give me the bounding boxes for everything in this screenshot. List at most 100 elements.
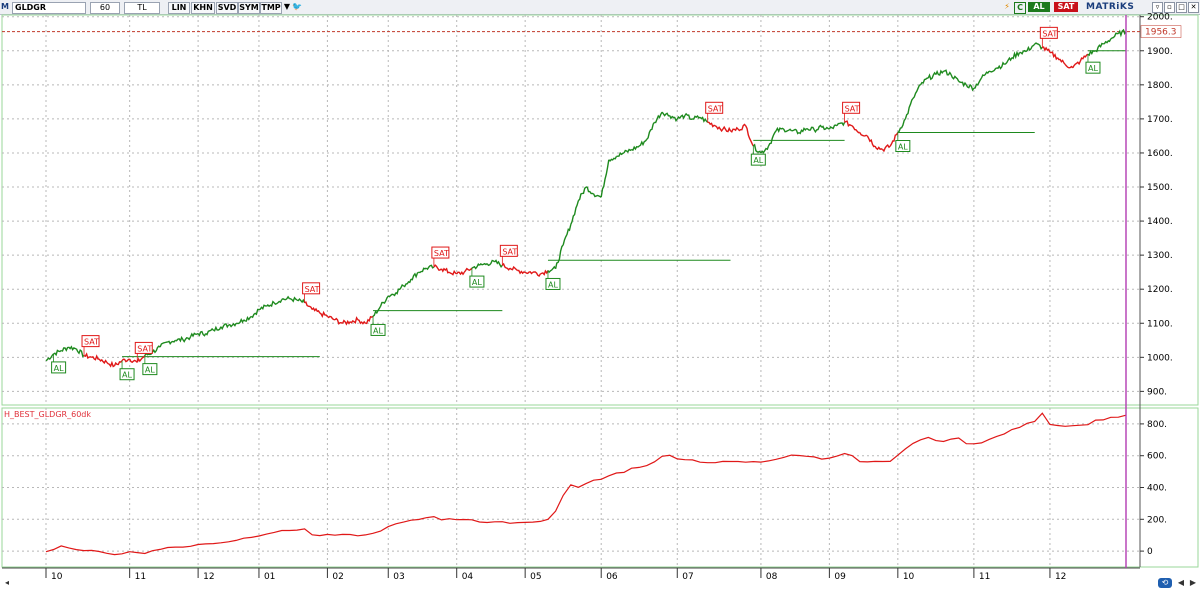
price-series-segment <box>372 305 382 317</box>
price-series-segment <box>547 265 557 274</box>
price-series-segment <box>904 97 914 120</box>
price-series-segment <box>577 186 587 202</box>
price-series-segment <box>106 360 115 368</box>
price-series-segment <box>730 126 739 133</box>
price-series-segment <box>532 271 541 277</box>
price-series-segment <box>273 299 283 306</box>
price-series-segment <box>943 69 952 76</box>
price-series-segment <box>752 143 762 154</box>
price-series-segment <box>1049 51 1059 61</box>
price-series-segment <box>456 271 465 276</box>
price-series-segment <box>859 132 868 137</box>
price-series-segment <box>494 259 503 269</box>
price-series-segment <box>592 193 602 198</box>
scroll-left-arrow-icon[interactable]: ◀ <box>1176 578 1186 588</box>
indicator-axis-label: 400. <box>1147 484 1167 494</box>
price-series-segment <box>1087 49 1096 57</box>
price-series-segment <box>813 124 823 134</box>
scroll-left-icon[interactable]: ◂ <box>2 578 12 588</box>
price-series-segment <box>319 310 328 318</box>
price-series-segment <box>1019 49 1028 55</box>
price-series-segment <box>745 125 754 147</box>
price-axis-label: 1200. <box>1147 285 1173 295</box>
price-series-segment <box>251 308 260 319</box>
price-axis-label: 1300. <box>1147 251 1173 261</box>
price-series-segment <box>950 74 960 82</box>
price-series-segment <box>669 115 678 122</box>
price-series-segment <box>175 335 184 343</box>
price-series-segment <box>912 84 921 99</box>
price-series-segment <box>471 263 480 270</box>
price-series-segment <box>189 332 199 338</box>
price-series-segment <box>767 130 777 147</box>
price-series-segment <box>448 269 458 276</box>
price-series-segment <box>197 330 207 337</box>
price-series-segment <box>737 123 747 132</box>
price-series-segment <box>996 61 1005 70</box>
price-series-segment <box>212 325 222 332</box>
price-series-segment <box>1004 56 1013 66</box>
month-label: 10 <box>903 572 915 582</box>
month-label: 02 <box>332 572 343 582</box>
price-series-segment <box>1042 46 1051 53</box>
price-series-segment <box>68 345 77 351</box>
price-series-segment <box>828 124 838 130</box>
price-series-segment <box>882 144 891 153</box>
price-series-segment <box>289 296 298 303</box>
indicator-axis-label: 0 <box>1147 547 1153 557</box>
price-series-segment <box>75 348 85 358</box>
price-series-segment <box>585 186 594 195</box>
price-series-segment <box>418 267 427 274</box>
price-series-segment <box>760 145 770 154</box>
price-series-segment <box>243 315 252 322</box>
chart-canvas[interactable]: 10 11 12 01 02 03 04 05 06 07 08 09 10 11 12 2000. 1900.… <box>0 0 1200 596</box>
price-series-segment <box>486 259 496 267</box>
price-series-segment <box>182 336 192 343</box>
price-series-segment <box>935 69 945 76</box>
price-series-segment <box>236 317 245 325</box>
price-series-segment <box>478 262 488 266</box>
price-series-segment <box>676 114 686 120</box>
price-series-segment <box>501 262 511 271</box>
buy-signal-label: AL <box>54 364 64 373</box>
buy-signal-label: AL <box>548 280 558 289</box>
buy-signal-label: AL <box>1088 64 1098 73</box>
price-series-segment <box>311 306 321 314</box>
buy-signal-label: AL <box>145 366 155 375</box>
price-series-segment <box>540 269 549 276</box>
price-series-segment <box>121 358 130 363</box>
price-axis-label: 1800. <box>1147 81 1173 91</box>
price-series-segment <box>1034 42 1043 51</box>
price-series-segment <box>266 300 275 308</box>
price-series-segment <box>562 224 572 246</box>
price-series-segment <box>403 278 412 288</box>
price-series-segment <box>1026 43 1036 52</box>
price-series-segment <box>1117 28 1127 38</box>
price-series-segment <box>379 295 389 307</box>
price-series-segment <box>661 111 670 117</box>
price-series-segment <box>365 315 374 325</box>
price-series-segment <box>167 339 176 345</box>
price-series-segment <box>334 317 343 325</box>
sell-signal-label: SAT <box>137 344 152 353</box>
buy-signal-label: AL <box>122 371 132 380</box>
price-series-segment <box>98 358 108 365</box>
price-series-segment <box>798 127 808 135</box>
price-series-segment <box>836 121 846 127</box>
price-series-segment <box>638 138 648 147</box>
price-panel-frame <box>1 14 1199 406</box>
price-series-segment <box>1064 63 1074 69</box>
last-price-label: 1956.3 <box>1145 28 1177 38</box>
month-label: 07 <box>682 572 693 582</box>
price-series-segment <box>897 118 906 134</box>
price-series-segment <box>806 126 815 131</box>
month-label: 06 <box>606 572 618 582</box>
price-series-segment <box>517 269 526 275</box>
sell-signal-label: SAT <box>708 104 723 113</box>
price-series-segment <box>821 125 830 131</box>
refresh-icon[interactable]: ⟲ <box>1158 578 1172 588</box>
scroll-right-arrow-icon[interactable]: ▶ <box>1188 578 1198 588</box>
price-series-segment <box>433 264 442 271</box>
price-series-segment <box>988 67 998 73</box>
price-series-segment <box>304 301 313 310</box>
